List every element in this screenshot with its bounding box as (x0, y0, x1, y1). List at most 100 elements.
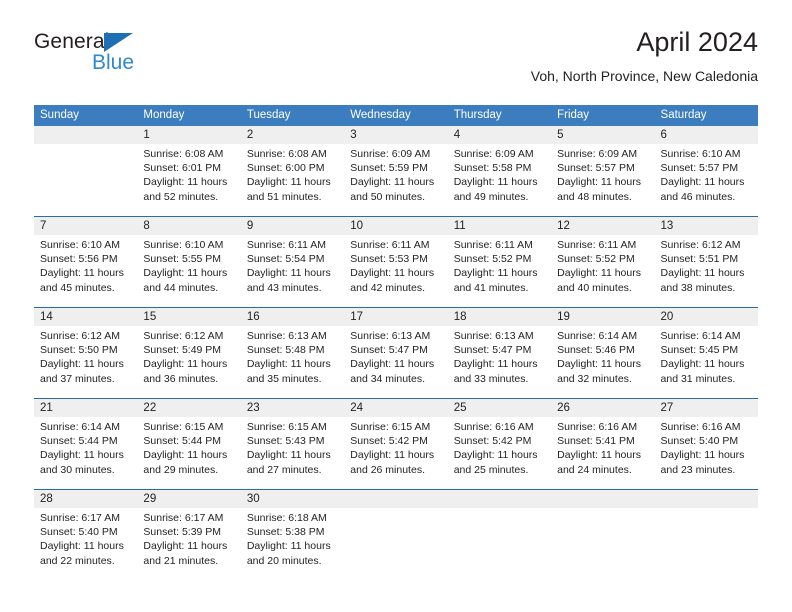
day-daylight-line2-text: and 44 minutes. (143, 281, 219, 294)
day-sunset-text: Sunset: 5:47 PM (350, 344, 428, 357)
day-number[interactable]: 1 (137, 126, 240, 144)
day-number[interactable]: 4 (448, 126, 551, 144)
day-number[interactable]: 11 (448, 217, 551, 235)
day-cell[interactable]: Sunrise: 6:15 AM Sunset: 5:44 PM Daylight:… (137, 417, 240, 487)
day-sunrise-text: Sunrise: 6:15 AM (143, 421, 224, 433)
day-cell[interactable]: Sunrise: 6:11 AM Sunset: 5:52 PM Daylight:… (448, 235, 551, 305)
day-cell[interactable]: Sunrise: 6:10 AM Sunset: 5:57 PM Daylight:… (655, 144, 758, 214)
day-cell[interactable]: Sunrise: 6:10 AM Sunset: 5:55 PM Daylight:… (137, 235, 240, 305)
day-daylight-line2-text: and 26 minutes. (350, 463, 425, 476)
day-cell[interactable]: Sunrise: 6:13 AM Sunset: 5:47 PM Daylight:… (448, 326, 551, 396)
day-sunrise-text: Sunrise: 6:09 AM (350, 148, 431, 160)
day-number[interactable]: 20 (655, 308, 758, 326)
day-number[interactable]: 28 (34, 490, 137, 508)
day-number[interactable]: 7 (34, 217, 137, 235)
day-sunrise-text: Sunrise: 6:11 AM (453, 239, 533, 251)
day-daylight-line2-text: and 50 minutes. (350, 190, 425, 203)
weekday-header-friday: Friday (557, 109, 590, 121)
day-sunrise-text: Sunrise: 6:08 AM (246, 148, 327, 160)
day-cell[interactable]: Sunrise: 6:12 AM Sunset: 5:49 PM Daylight:… (137, 326, 240, 396)
day-number[interactable]: 10 (344, 217, 447, 235)
day-daylight-line2-text: and 34 minutes. (350, 372, 425, 385)
day-number[interactable]: 16 (241, 308, 344, 326)
day-cell[interactable]: Sunrise: 6:08 AM Sunset: 6:01 PM Daylight:… (137, 144, 240, 214)
day-number[interactable]: 29 (137, 490, 240, 508)
day-cell[interactable]: Sunrise: 6:13 AM Sunset: 5:47 PM Daylight:… (344, 326, 447, 396)
day-cell[interactable]: Sunrise: 6:14 AM Sunset: 5:46 PM Daylight:… (551, 326, 654, 396)
day-number[interactable]: 2 (241, 126, 344, 144)
day-number[interactable]: 3 (344, 126, 447, 144)
day-cell[interactable]: Sunrise: 6:18 AM Sunset: 5:38 PM Daylight:… (241, 508, 344, 578)
day-sunrise-text: Sunrise: 6:13 AM (350, 330, 431, 342)
day-number[interactable]: 25 (448, 399, 551, 417)
day-cell[interactable]: Sunrise: 6:10 AM Sunset: 5:56 PM Daylight:… (34, 235, 137, 305)
day-sunrise-text: Sunrise: 6:16 AM (660, 421, 741, 433)
calendar-week-row: 1 2 3 4 5 6 Sunrise: 6:08 AM Sunset: 6:01 PM Day… (34, 126, 758, 214)
day-sunrise-text: Sunrise: 6:16 AM (557, 421, 638, 433)
page-title: April 2024 (636, 27, 758, 57)
day-number[interactable]: 27 (655, 399, 758, 417)
day-cell[interactable]: Sunrise: 6:09 AM Sunset: 5:59 PM Daylight:… (344, 144, 447, 214)
day-sunset-text: Sunset: 5:54 PM (246, 253, 325, 266)
day-cell[interactable]: Sunrise: 6:09 AM Sunset: 5:57 PM Daylight:… (551, 144, 654, 214)
day-cell[interactable]: Sunrise: 6:17 AM Sunset: 5:39 PM Daylight:… (137, 508, 240, 578)
day-cell[interactable]: Sunrise: 6:12 AM Sunset: 5:51 PM Daylight:… (655, 235, 758, 305)
day-cell[interactable]: Sunrise: 6:16 AM Sunset: 5:42 PM Daylight:… (448, 417, 551, 487)
general-blue-logo[interactable]: General Blue (34, 30, 214, 86)
day-cell[interactable]: Sunrise: 6:11 AM Sunset: 5:52 PM Daylight:… (551, 235, 654, 305)
day-daylight-line2-text: and 40 minutes. (557, 281, 632, 294)
day-cell[interactable]: Sunrise: 6:16 AM Sunset: 5:40 PM Daylight:… (655, 417, 758, 487)
day-sunset-text: Sunset: 5:42 PM (453, 435, 532, 448)
day-sunset-text: Sunset: 5:41 PM (557, 435, 635, 448)
week-detail-band: Sunrise: 6:17 AM Sunset: 5:40 PM Daylight:… (34, 508, 758, 578)
day-cell[interactable]: Sunrise: 6:15 AM Sunset: 5:43 PM Daylight:… (241, 417, 344, 487)
day-cell[interactable]: Sunrise: 6:11 AM Sunset: 5:53 PM Daylight:… (344, 235, 447, 305)
day-sunset-text: Sunset: 6:01 PM (143, 162, 222, 175)
day-number[interactable]: 8 (137, 217, 240, 235)
day-number[interactable]: 12 (551, 217, 654, 235)
day-daylight-line2-text: and 29 minutes. (143, 463, 219, 476)
day-cell[interactable]: Sunrise: 6:13 AM Sunset: 5:48 PM Daylight:… (241, 326, 344, 396)
day-daylight-line1-text: Daylight: 11 hours (453, 176, 538, 189)
day-number[interactable]: 30 (241, 490, 344, 508)
day-number[interactable]: 24 (344, 399, 447, 417)
weekday-header-thursday: Thursday (453, 109, 502, 121)
day-number[interactable]: 6 (655, 126, 758, 144)
calendar-week-row: 21 22 23 24 25 26 27 Sunrise: 6:14 AM Sunset: 5:… (34, 398, 758, 487)
day-cell[interactable]: Sunrise: 6:12 AM Sunset: 5:50 PM Daylight:… (34, 326, 137, 396)
day-sunrise-text: Sunrise: 6:12 AM (660, 239, 741, 251)
day-number[interactable]: 13 (655, 217, 758, 235)
day-cell[interactable]: Sunrise: 6:09 AM Sunset: 5:58 PM Daylight:… (448, 144, 551, 214)
day-sunrise-text: Sunrise: 6:14 AM (40, 421, 120, 433)
day-daylight-line2-text: and 36 minutes. (143, 372, 219, 385)
day-sunrise-text: Sunrise: 6:09 AM (453, 148, 534, 160)
day-sunrise-text: Sunrise: 6:17 AM (143, 512, 224, 524)
day-daylight-line1-text: Daylight: 11 hours (557, 449, 641, 462)
week-detail-band: Sunrise: 6:12 AM Sunset: 5:50 PM Daylight:… (34, 326, 758, 396)
day-number[interactable]: 9 (241, 217, 344, 235)
day-daylight-line2-text: and 30 minutes. (40, 463, 115, 476)
day-cell[interactable]: Sunrise: 6:08 AM Sunset: 6:00 PM Daylight:… (241, 144, 344, 214)
day-cell[interactable]: Sunrise: 6:14 AM Sunset: 5:44 PM Daylight:… (34, 417, 137, 487)
day-daylight-line1-text: Daylight: 11 hours (40, 540, 124, 553)
day-number[interactable]: 17 (344, 308, 447, 326)
day-cell[interactable]: Sunrise: 6:11 AM Sunset: 5:54 PM Daylight:… (241, 235, 344, 305)
day-number[interactable]: 18 (448, 308, 551, 326)
day-number[interactable]: 21 (34, 399, 137, 417)
day-cell[interactable]: Sunrise: 6:14 AM Sunset: 5:45 PM Daylight:… (655, 326, 758, 396)
day-cell[interactable]: Sunrise: 6:17 AM Sunset: 5:40 PM Daylight:… (34, 508, 137, 578)
day-cell[interactable]: Sunrise: 6:15 AM Sunset: 5:42 PM Daylight:… (344, 417, 447, 487)
day-number[interactable]: 26 (551, 399, 654, 417)
day-sunset-text: Sunset: 5:51 PM (660, 253, 739, 266)
day-number[interactable]: 19 (551, 308, 654, 326)
calendar-week-row: 7 8 9 10 11 12 13 Sunrise: 6:10 AM Sunset: 5:56 … (34, 216, 758, 305)
day-number[interactable]: 5 (551, 126, 654, 144)
day-number[interactable]: 14 (34, 308, 137, 326)
day-number[interactable]: 22 (137, 399, 240, 417)
day-sunset-text: Sunset: 5:48 PM (246, 344, 325, 357)
day-cell[interactable]: Sunrise: 6:16 AM Sunset: 5:41 PM Daylight:… (551, 417, 654, 487)
day-sunrise-text: Sunrise: 6:10 AM (660, 148, 741, 160)
day-number[interactable]: 23 (241, 399, 344, 417)
week-spacer (34, 578, 758, 580)
day-number[interactable]: 15 (137, 308, 240, 326)
